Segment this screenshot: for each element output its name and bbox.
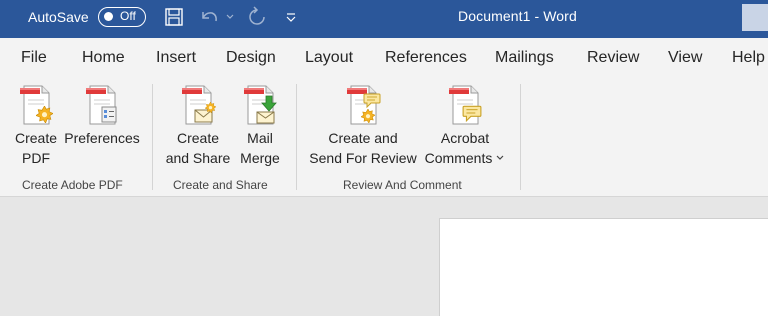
tab-layout[interactable]: Layout [305, 49, 353, 67]
group-separator [152, 84, 153, 190]
send-for-review-label-line1: Create and [328, 130, 398, 146]
acrobat-comments-label-text: Comments [424, 150, 493, 166]
tab-references[interactable]: References [385, 49, 467, 67]
group-label-create-and-share: Create and Share [173, 178, 268, 192]
tab-file[interactable]: File [21, 49, 47, 67]
mail-merge-icon [240, 82, 277, 128]
customize-qat-button[interactable] [283, 6, 299, 28]
ribbon-panel: Create PDF Preferences Create Adobe PDF … [0, 76, 768, 197]
chevron-down-icon [226, 14, 234, 19]
redo-button[interactable] [244, 6, 270, 28]
tab-view[interactable]: View [668, 49, 702, 67]
create-and-share-button[interactable]: Create and Share [162, 82, 234, 168]
mail-merge-label-line1: Mail [247, 130, 273, 146]
acrobat-comments-button[interactable]: Acrobat Comments [420, 82, 510, 168]
autosave-label: AutoSave [28, 9, 89, 25]
preferences-icon [82, 82, 117, 128]
account-area[interactable] [742, 4, 768, 31]
acrobat-comments-label-line1: Acrobat [440, 130, 490, 146]
mail-merge-label-line2: Merge [240, 150, 280, 166]
tab-review[interactable]: Review [587, 49, 639, 67]
autosave-toggle[interactable]: Off [98, 7, 146, 27]
group-separator [296, 84, 297, 190]
ribbon-tab-bar: File Home Insert Design Layout Reference… [0, 38, 768, 76]
toggle-knob [104, 12, 113, 21]
preferences-button[interactable]: Preferences [62, 82, 142, 148]
create-and-share-label-line1: Create [176, 130, 220, 146]
customize-qat-icon [286, 13, 296, 22]
send-for-review-label-line2: Send For Review [309, 150, 417, 166]
tab-help[interactable]: Help [732, 49, 765, 67]
create-and-share-label-line2: and Share [165, 150, 231, 166]
document-title: Document1 - Word [458, 8, 577, 24]
create-pdf-label-line1: Create [14, 130, 58, 146]
create-pdf-label-line2: PDF [22, 150, 50, 166]
send-for-review-button[interactable]: Create and Send For Review [306, 82, 420, 168]
chevron-down-icon [496, 155, 504, 160]
send-for-review-icon [343, 82, 381, 128]
create-pdf-icon [16, 82, 53, 128]
create-pdf-button[interactable]: Create PDF [12, 82, 60, 168]
save-button[interactable] [162, 6, 186, 28]
save-icon [165, 8, 183, 26]
create-and-share-icon [178, 82, 216, 128]
title-bar: AutoSave Off Document1 - Word [0, 0, 768, 38]
group-separator [520, 84, 521, 190]
undo-icon [202, 12, 217, 22]
acrobat-comments-icon [445, 82, 482, 128]
group-label-create-adobe-pdf: Create Adobe PDF [22, 178, 123, 192]
undo-button[interactable] [196, 6, 222, 28]
group-label-review-and-comment: Review And Comment [343, 178, 462, 192]
tab-insert[interactable]: Insert [156, 49, 196, 67]
mail-merge-button[interactable]: Mail Merge [234, 82, 286, 168]
tab-home[interactable]: Home [82, 49, 125, 67]
autosave-state: Off [120, 9, 136, 23]
tab-mailings[interactable]: Mailings [495, 49, 554, 67]
acrobat-comments-label-line2: Comments [425, 148, 506, 168]
preferences-label: Preferences [64, 130, 140, 146]
tab-design[interactable]: Design [226, 49, 276, 67]
document-canvas [0, 197, 768, 316]
document-page[interactable] [439, 218, 768, 316]
redo-icon [249, 6, 265, 25]
undo-dropdown[interactable] [224, 6, 236, 28]
